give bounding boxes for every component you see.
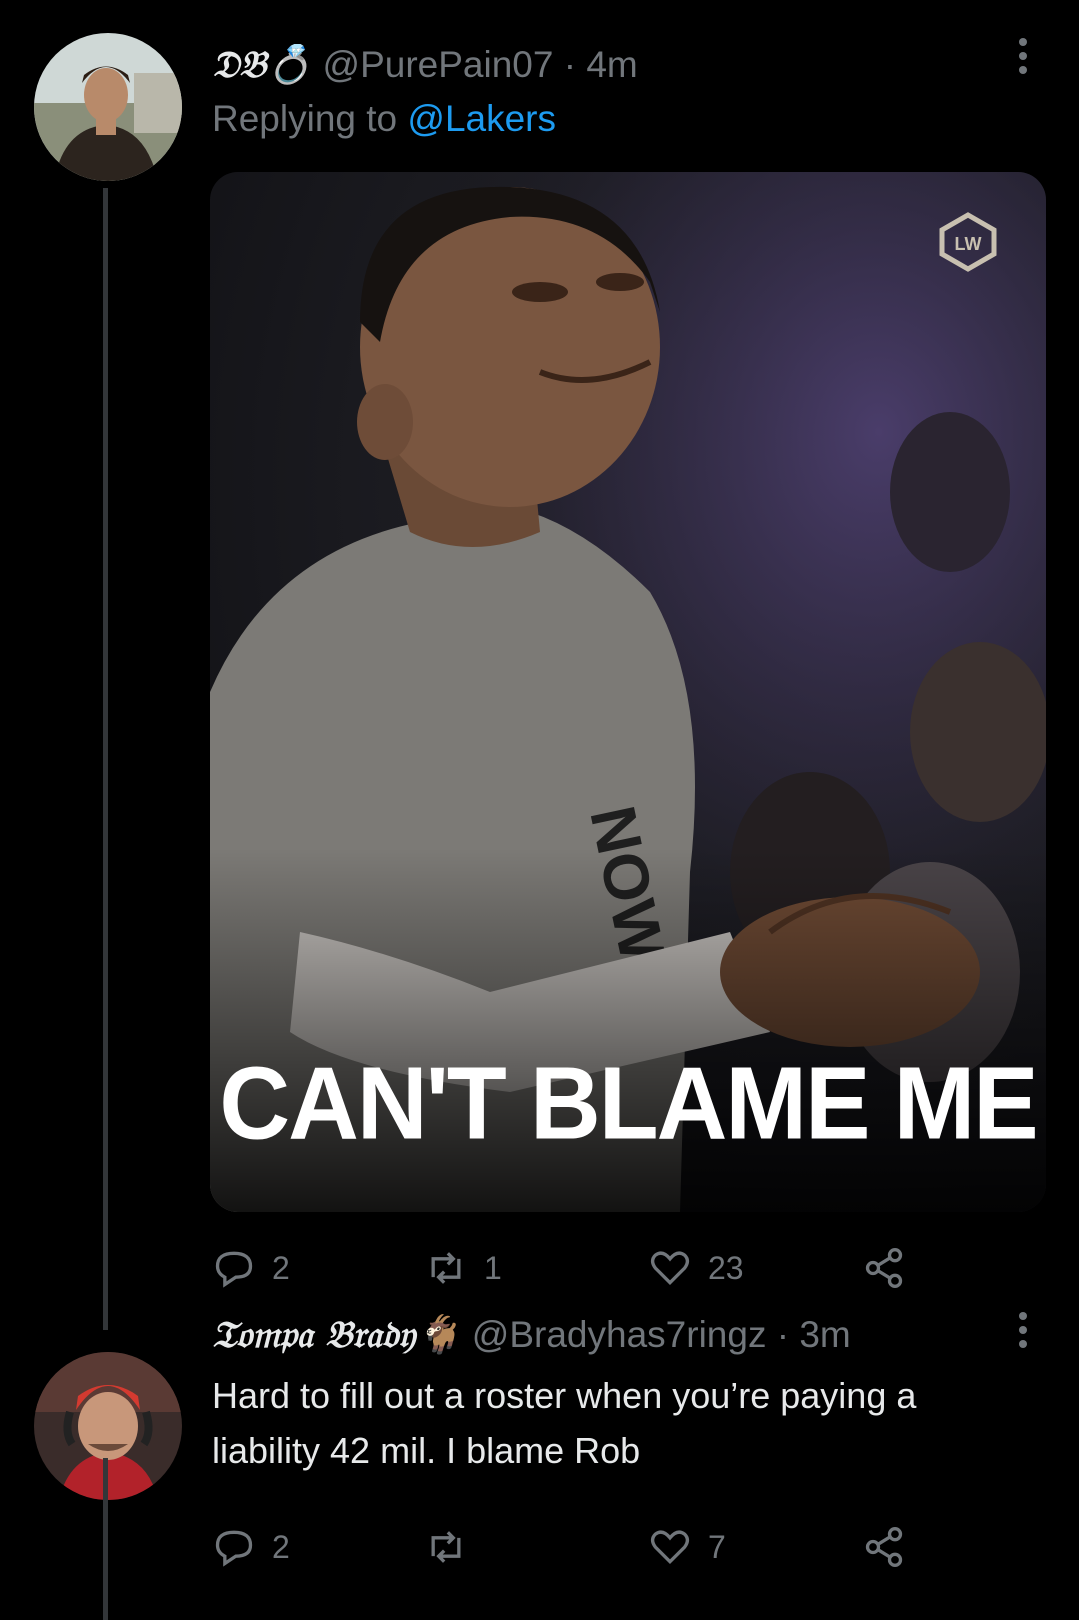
avatar-photo [34, 1352, 182, 1500]
retweet-button[interactable]: 1 [424, 1243, 502, 1293]
retweet-icon [431, 1252, 461, 1284]
share-icon [865, 1527, 903, 1567]
like-count: 7 [708, 1528, 726, 1565]
timestamp[interactable]: · 4m [564, 44, 638, 85]
tweet-text: Hard to fill out a roster when you’re pa… [212, 1375, 917, 1471]
tweet-header: 𝔇𝔅💍 @PurePain07 · 4m [212, 42, 638, 87]
share-button[interactable] [862, 1243, 906, 1293]
tweet-actions: 2 7 [212, 1522, 912, 1572]
heart-icon [650, 1530, 690, 1565]
heart-icon [650, 1251, 690, 1286]
tweet-image[interactable]: NOW LW CAN'T BLAME ME [210, 172, 1046, 1212]
reply-count: 2 [272, 1528, 290, 1565]
reply-button[interactable]: 2 [212, 1243, 290, 1293]
retweet-count: 1 [484, 1249, 502, 1286]
tweet[interactable]: 𝔇𝔅💍 @PurePain07 · 4m Replying to @Lakers [0, 0, 1079, 1330]
thread-line [103, 188, 108, 1330]
thread-line [103, 1458, 108, 1620]
like-button[interactable]: 7 [648, 1522, 726, 1572]
tweet-header: 𝔗𝔬𝔪𝔭𝔞 𝔅𝔯𝔞𝔡𝔶🐐 @Bradyhas7ringz · 3m [212, 1312, 851, 1357]
like-button[interactable]: 23 [648, 1243, 744, 1293]
share-button[interactable] [862, 1522, 906, 1572]
tweet[interactable]: 𝔗𝔬𝔪𝔭𝔞 𝔅𝔯𝔞𝔡𝔶🐐 @Bradyhas7ringz · 3m Hard t… [0, 1312, 1079, 1620]
reply-button[interactable]: 2 [212, 1522, 290, 1572]
more-icon[interactable] [1017, 38, 1029, 74]
tweet-actions: 2 1 23 [212, 1243, 912, 1293]
svg-text:LW: LW [955, 234, 982, 254]
handle[interactable]: @PurePain07 [323, 44, 554, 85]
replying-to: Replying to @Lakers [212, 98, 556, 140]
timestamp[interactable]: · 3m [777, 1314, 851, 1355]
retweet-icon [431, 1531, 461, 1563]
avatar[interactable] [34, 1352, 182, 1500]
retweet-button[interactable] [424, 1522, 484, 1572]
reply-icon [215, 1251, 253, 1288]
reply-icon [215, 1530, 253, 1567]
like-count: 23 [708, 1249, 744, 1286]
handle[interactable]: @Bradyhas7ringz [472, 1314, 767, 1355]
reply-count: 2 [272, 1249, 290, 1286]
more-icon[interactable] [1017, 1312, 1029, 1348]
image-caption: CAN'T BLAME ME [219, 1045, 1038, 1161]
avatar[interactable] [34, 33, 182, 181]
replying-prefix: Replying to [212, 98, 398, 139]
watermark-logo: LW [938, 212, 998, 272]
display-name[interactable]: 𝔇𝔅💍 [212, 42, 312, 86]
avatar-photo [34, 33, 182, 181]
display-name[interactable]: 𝔗𝔬𝔪𝔭𝔞 𝔅𝔯𝔞𝔡𝔶🐐 [212, 1312, 462, 1356]
replying-to-link[interactable]: @Lakers [407, 98, 556, 139]
share-icon [865, 1248, 903, 1288]
